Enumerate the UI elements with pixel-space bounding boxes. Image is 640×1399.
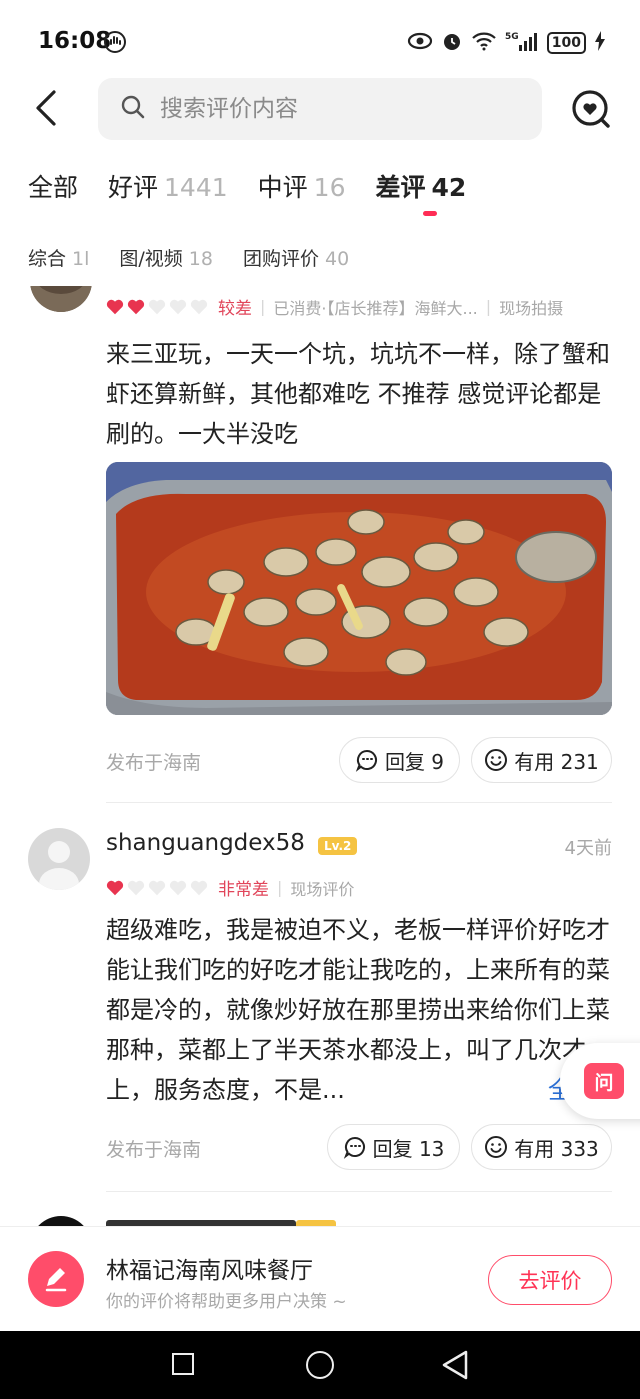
photo-tag: 现场拍摄 xyxy=(499,298,564,318)
review-divider xyxy=(106,1191,612,1192)
heart-filled-icon xyxy=(106,880,124,895)
search-input[interactable] xyxy=(160,96,520,122)
avatar[interactable] xyxy=(28,828,90,890)
heart-filled-icon xyxy=(106,299,124,314)
heart-empty-icon xyxy=(148,299,166,314)
home-icon[interactable] xyxy=(306,1351,334,1379)
active-tab-indicator xyxy=(423,211,437,216)
heart-filled-icon xyxy=(127,299,145,314)
filter-media[interactable]: 图/视频 18 xyxy=(119,244,213,271)
review-hint: 你的评价将帮助更多用户决策 ~ xyxy=(106,1292,347,1312)
username[interactable]: shanguangdex58 xyxy=(106,830,305,856)
tab-good[interactable]: 好评 1441 xyxy=(108,168,228,204)
comment-icon xyxy=(343,1136,365,1159)
heart-empty-icon xyxy=(127,880,145,895)
smiley-icon xyxy=(485,1136,508,1158)
recents-icon[interactable] xyxy=(172,1353,194,1375)
rating-tabs: 全部 好评 1441 中评 16 差评 42 xyxy=(28,168,466,204)
rating-label: 较差 xyxy=(218,299,252,319)
user-row: shanguangdex58 Lv.2 xyxy=(106,830,358,856)
review-divider xyxy=(106,802,612,803)
wifi-icon xyxy=(471,31,497,55)
bottom-bar: 林福记海南风味餐厅 你的评价将帮助更多用户决策 ~ 去评价 xyxy=(0,1226,640,1331)
ask-question-button[interactable]: 问 xyxy=(560,1043,640,1119)
filter-chips: 综合 1l 图/视频 18 团购评价 40 xyxy=(28,244,349,271)
comment-icon xyxy=(355,749,377,772)
review-rating-row: 非常差 | 现场评价 xyxy=(106,875,354,900)
filter-groupbuy[interactable]: 团购评价 40 xyxy=(243,244,349,271)
avatar[interactable] xyxy=(30,286,92,312)
useful-button[interactable]: 有用 333 xyxy=(471,1124,612,1170)
signal-5g-icon: 5G xyxy=(505,30,539,56)
back-button[interactable] xyxy=(30,88,66,128)
heart-empty-icon xyxy=(190,299,208,314)
level-badge: Lv.2 xyxy=(318,836,358,855)
hand-icon xyxy=(103,30,127,58)
heart-empty-icon xyxy=(190,880,208,895)
avatar[interactable] xyxy=(30,1216,92,1226)
tab-bad[interactable]: 差评 42 xyxy=(375,168,466,204)
ask-badge: 问 xyxy=(584,1063,624,1099)
reply-button[interactable]: 回复 9 xyxy=(339,737,460,783)
tab-all[interactable]: 全部 xyxy=(28,168,78,204)
eye-icon xyxy=(407,32,433,54)
review-photo[interactable] xyxy=(106,462,612,715)
onsite-tag: 现场评价 xyxy=(290,879,355,899)
tab-neutral[interactable]: 中评 16 xyxy=(258,168,346,204)
status-bar: 16:08 5G 100 xyxy=(0,0,640,80)
edit-icon[interactable] xyxy=(28,1251,84,1307)
review-time: 4天前 xyxy=(564,838,612,859)
rating-hearts xyxy=(106,879,208,897)
useful-button[interactable]: 有用 231 xyxy=(471,737,612,783)
shop-heart-icon[interactable] xyxy=(570,88,614,132)
smiley-icon xyxy=(485,749,508,771)
rating-hearts xyxy=(106,298,208,316)
write-review-button[interactable]: 去评价 xyxy=(488,1255,612,1305)
location-label: 发布于海南 xyxy=(106,752,202,774)
reply-button[interactable]: 回复 13 xyxy=(327,1124,460,1170)
charging-icon xyxy=(594,31,606,55)
alarm-icon xyxy=(441,30,463,56)
consumed-tag: 已消费·【店长推荐】海鲜大... xyxy=(273,298,478,318)
review-text: 来三亚玩，一天一个坑，坑坑不一样，除了蟹和虾还算新鲜，其他都难吃 不推荐 感觉评… xyxy=(106,340,610,448)
review-rating-row: 较差 | 已消费·【店长推荐】海鲜大... | 现场拍摄 xyxy=(106,294,563,319)
restaurant-name: 林福记海南风味餐厅 xyxy=(106,1258,313,1284)
svg-text:5G: 5G xyxy=(505,32,519,42)
back-nav-icon[interactable] xyxy=(440,1349,470,1385)
battery-indicator: 100 xyxy=(546,32,586,54)
heart-empty-icon xyxy=(148,880,166,895)
review-text: 超级难吃，我是被迫不义，老板一样评价好吃才能让我们吃的好吃才能让我吃的，上来所有… xyxy=(106,916,610,1104)
heart-empty-icon xyxy=(169,880,187,895)
filter-overall[interactable]: 综合 1l xyxy=(28,244,89,271)
status-time: 16:08 xyxy=(38,28,112,54)
location-label: 发布于海南 xyxy=(106,1139,202,1161)
rating-label: 非常差 xyxy=(218,880,269,900)
heart-empty-icon xyxy=(169,299,187,314)
search-icon xyxy=(120,94,146,124)
search-bar[interactable] xyxy=(98,78,542,140)
system-nav-bar xyxy=(0,1331,640,1399)
review-list[interactable]: 较差 | 已消费·【店长推荐】海鲜大... | 现场拍摄 来三亚玩，一天一个坑，… xyxy=(0,286,640,1226)
